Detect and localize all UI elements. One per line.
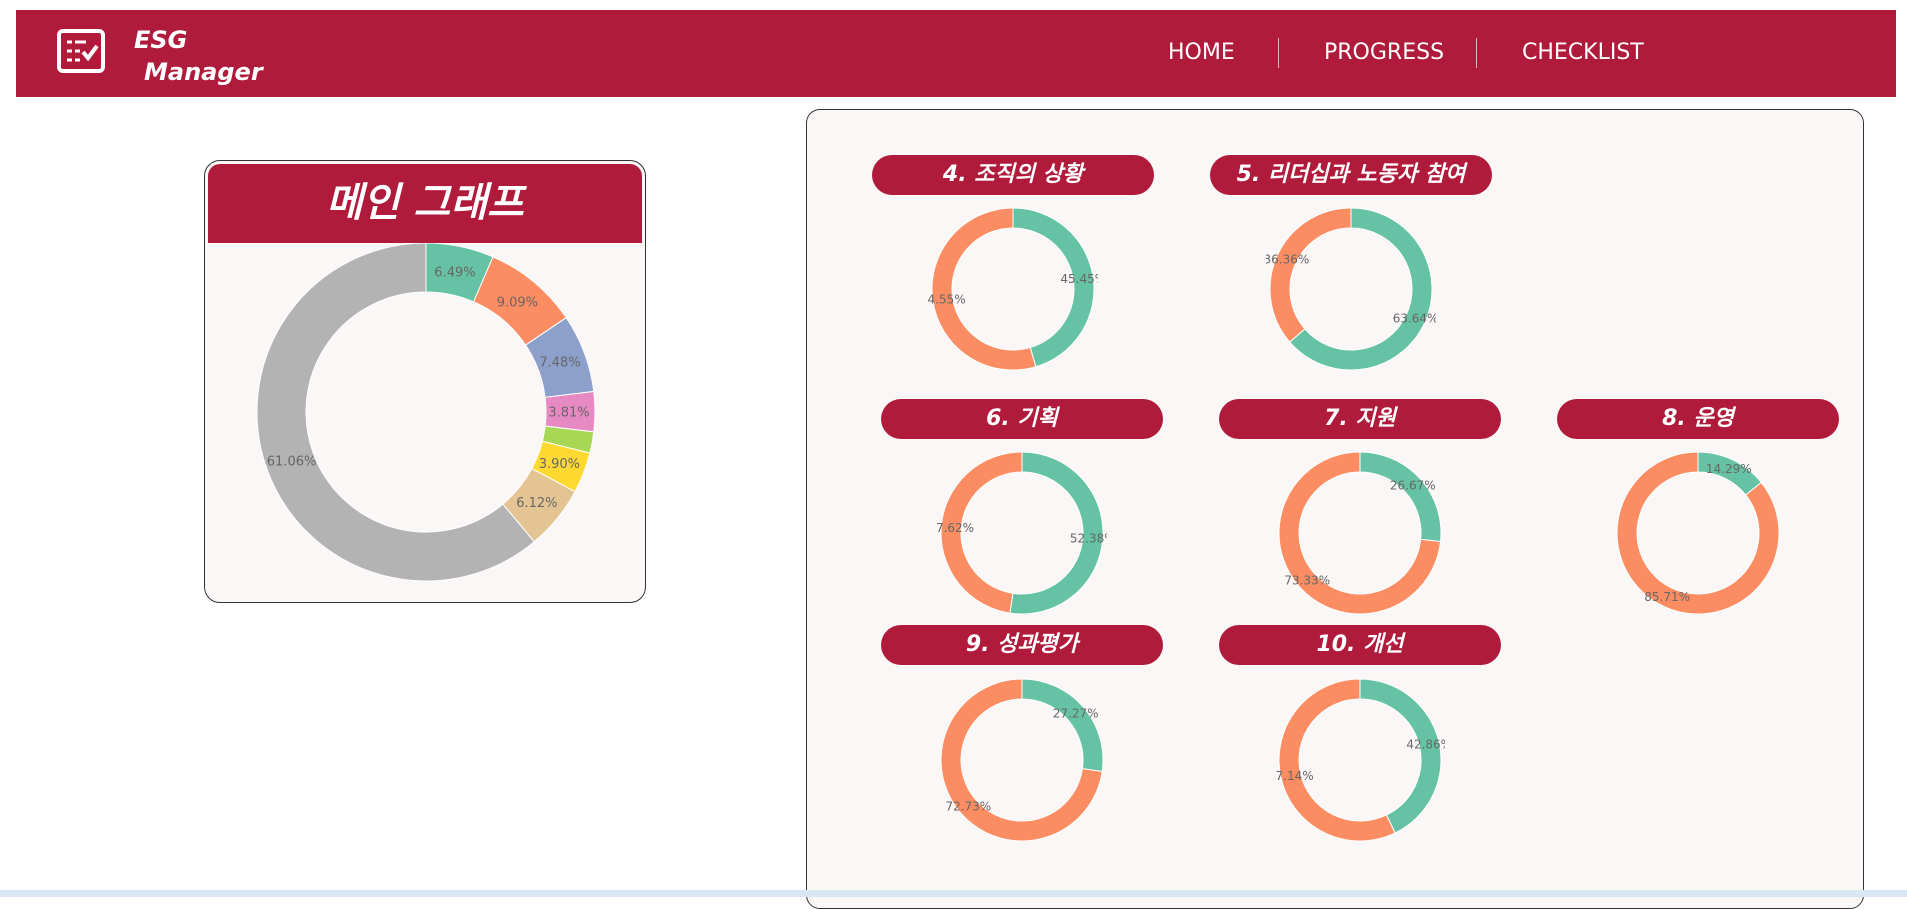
category-title-10: 10. 개선 xyxy=(1219,625,1501,665)
category-title-4: 4. 조직의 상황 xyxy=(872,155,1154,195)
donut-slice-label: 9.09% xyxy=(497,296,538,311)
nav-checklist-link[interactable]: CHECKLIST xyxy=(1522,40,1644,65)
donut-slice-label: 14.29% xyxy=(1706,462,1752,476)
donut-chart-6: 52.38% 47.62% xyxy=(937,451,1107,615)
donut-slice[interactable] xyxy=(1359,678,1442,834)
donut-chart-5: 63.64% 36.36% xyxy=(1266,207,1436,371)
donut-slice-label: 73.33% xyxy=(1284,574,1330,588)
donut-chart-10: 42.86% 57.14% xyxy=(1275,678,1445,842)
donut-slice-label: 42.86% xyxy=(1406,737,1445,751)
top-navbar: ESG Manager HOME PROGRESS CHECKLIST xyxy=(16,10,1896,97)
main-donut-chart: 6.49% 9.09% 7.48% 3.81% 3.90% 6.12% 61.06% xyxy=(256,243,596,582)
category-title-5: 5. 리더십과 노동자 참여 xyxy=(1210,155,1492,195)
donut-chart-8: 14.29% 85.71% xyxy=(1616,451,1780,615)
donut-slice-label: 47.62% xyxy=(937,521,974,535)
donut-slice[interactable] xyxy=(1278,678,1396,842)
donut-slice-label: 45.45% xyxy=(1060,272,1098,286)
main-nav: HOME PROGRESS CHECKLIST xyxy=(16,10,1896,97)
page-bottom-strip xyxy=(0,890,1907,897)
donut-slice[interactable] xyxy=(1012,207,1095,368)
donut-chart-4: 45.45% 54.55% xyxy=(928,207,1098,371)
donut-slice-label: 26.67% xyxy=(1390,479,1436,493)
donut-chart-7: 26.67% 73.33% xyxy=(1278,451,1442,615)
category-title-9: 9. 성과평가 xyxy=(881,625,1163,665)
donut-slice-label: 3.90% xyxy=(539,457,580,472)
donut-slice-label: 57.14% xyxy=(1275,769,1314,783)
donut-slice[interactable] xyxy=(1021,678,1104,773)
main-graph-title: 메인 그래프 xyxy=(208,164,642,243)
donut-slice-label: 85.71% xyxy=(1644,590,1690,604)
donut-slice-label: 6.49% xyxy=(434,266,475,281)
category-title-6: 6. 기획 xyxy=(881,399,1163,439)
donut-slice-label: 63.64% xyxy=(1393,312,1436,326)
category-title-7: 7. 지원 xyxy=(1219,399,1501,439)
main-graph-card: 메인 그래프 6.49% 9.09% 7.48% 3.81% 3.90% 6.12% 61.… xyxy=(204,160,646,603)
nav-progress-link[interactable]: PROGRESS xyxy=(1324,40,1444,65)
donut-slice-label: 7.48% xyxy=(539,356,580,371)
nav-divider xyxy=(1476,38,1477,68)
donut-slice[interactable] xyxy=(931,207,1037,371)
category-title-8: 8. 운영 xyxy=(1557,399,1839,439)
nav-divider xyxy=(1278,38,1279,68)
category-charts-panel: 4. 조직의 상황 5. 리더십과 노동자 참여 6. 기획 7. 지원 8. … xyxy=(806,109,1864,909)
donut-slice-label: 72.73% xyxy=(945,800,991,814)
donut-slice[interactable] xyxy=(1269,207,1352,343)
donut-slice-label: 3.81% xyxy=(548,405,589,420)
donut-slice-label: 52.38% xyxy=(1070,532,1107,546)
donut-slice-label: 61.06% xyxy=(267,454,317,469)
nav-home-link[interactable]: HOME xyxy=(1168,40,1235,65)
donut-slice-label: 6.12% xyxy=(516,496,557,511)
donut-slice-label: 54.55% xyxy=(928,292,966,306)
donut-slice-label: 36.36% xyxy=(1266,253,1309,267)
donut-slice[interactable] xyxy=(1359,451,1442,543)
donut-slice-label: 27.27% xyxy=(1053,707,1099,721)
donut-chart-9: 27.27% 72.73% xyxy=(940,678,1104,842)
